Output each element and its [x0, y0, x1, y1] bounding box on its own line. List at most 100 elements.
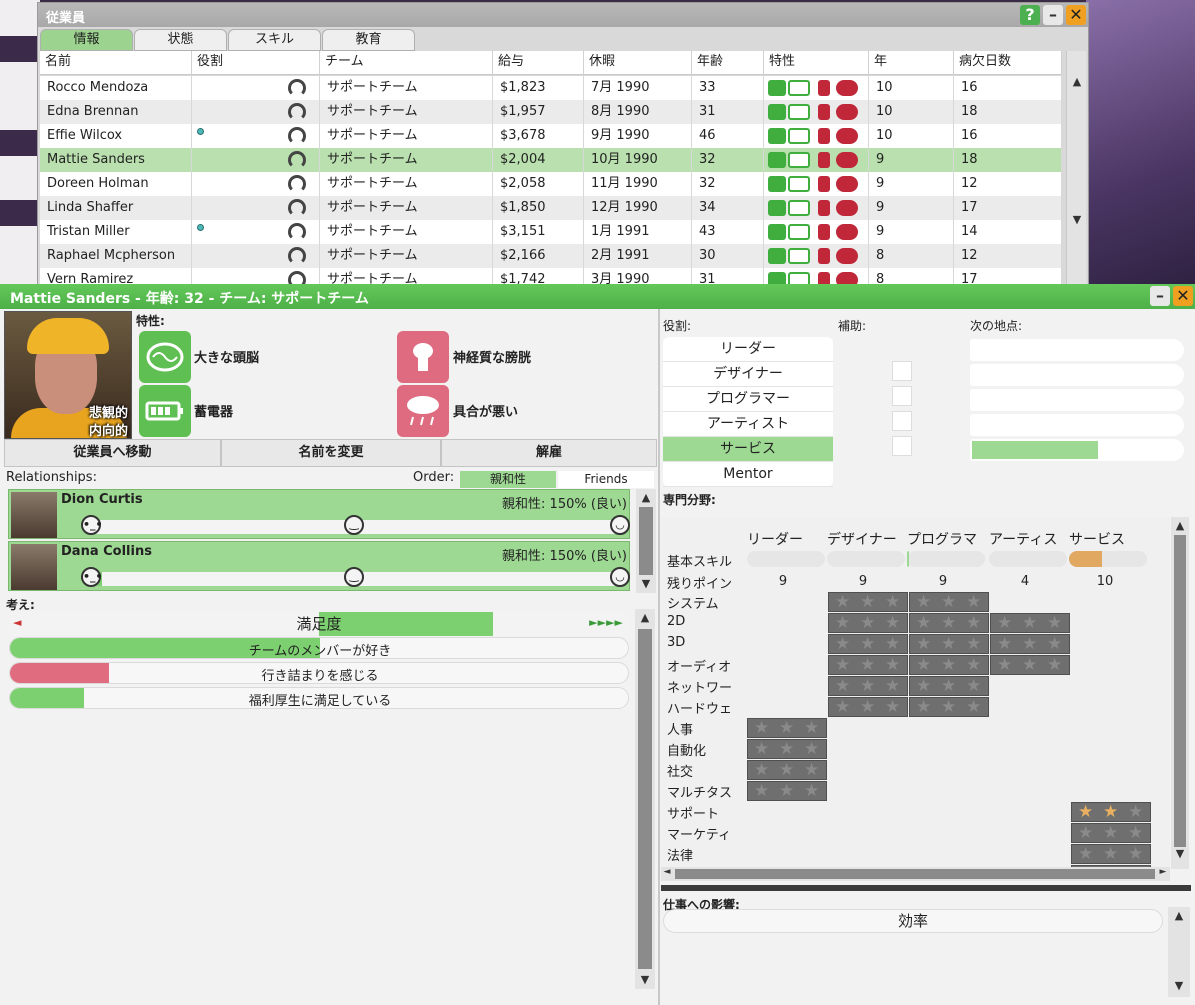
assist-checkbox[interactable]: [892, 411, 912, 431]
spec-horizontal-scrollbar[interactable]: ◄ ►: [661, 867, 1170, 881]
scroll-down-icon[interactable]: ▼: [1171, 847, 1189, 860]
table-row[interactable]: Linda Shaffer サポートチーム $1,850 12月 1990 34 9 17: [40, 196, 1062, 220]
employee-window-titlebar[interactable]: 従業員 ? – ✕: [38, 3, 1088, 27]
detail-minimize-button[interactable]: –: [1150, 286, 1170, 306]
order-affinity-tab[interactable]: 親和性: [460, 471, 556, 488]
skill-stars[interactable]: ★ ★ ★: [990, 613, 1070, 633]
tab-skills[interactable]: スキル: [228, 29, 321, 51]
skill-stars[interactable]: ★ ★ ★: [990, 634, 1070, 654]
spec-column-header: リーダー: [747, 532, 803, 548]
column-header[interactable]: 休暇: [584, 51, 692, 75]
relationship-row[interactable]: Dana Collins 親和性: 150% (良い) •_• ‿ ◡: [8, 541, 630, 591]
minimize-button[interactable]: –: [1043, 5, 1063, 25]
go-to-employee-button[interactable]: 従業員へ移動: [4, 439, 221, 467]
role-item[interactable]: サービス: [663, 437, 833, 462]
scroll-left-icon[interactable]: ◄: [661, 867, 673, 877]
skill-stars[interactable]: ★ ★ ★: [1071, 802, 1151, 822]
column-header[interactable]: 役割: [192, 51, 320, 75]
spec-column-header: サービス: [1069, 532, 1125, 548]
star-icon: ★: [916, 592, 932, 612]
fire-button[interactable]: 解雇: [441, 439, 657, 467]
relationship-row[interactable]: Dion Curtis 親和性: 150% (良い) •_• ‿ ◡: [8, 489, 630, 539]
panel-splitter[interactable]: [661, 885, 1191, 891]
order-friends-tab[interactable]: Friends: [558, 471, 654, 488]
scroll-up-icon[interactable]: ▲: [635, 611, 655, 624]
tab-info[interactable]: 情報: [40, 29, 133, 51]
work-impact-scrollbar[interactable]: ▲ ▼: [1168, 907, 1190, 997]
help-button[interactable]: ?: [1020, 5, 1040, 25]
role-item[interactable]: リーダー: [663, 337, 833, 362]
detail-titlebar[interactable]: Mattie Sanders - 年齢: 32 - チーム: サポートチーム –…: [0, 284, 1195, 309]
column-header[interactable]: 年齢: [692, 51, 764, 75]
column-header[interactable]: 特性: [764, 51, 869, 75]
trait-icon: [768, 176, 786, 192]
skill-stars[interactable]: ★ ★ ★: [828, 697, 908, 717]
skill-stars[interactable]: ★ ★ ★: [828, 676, 908, 696]
table-row[interactable]: Rocco Mendoza サポートチーム $1,823 7月 1990 33 10 16: [40, 76, 1062, 100]
table-row[interactable]: Doreen Holman サポートチーム $2,058 11月 1990 32 9 12: [40, 172, 1062, 196]
close-button[interactable]: ✕: [1066, 5, 1086, 25]
column-header[interactable]: 年: [869, 51, 954, 75]
role-item[interactable]: プログラマー: [663, 387, 833, 412]
spec-vertical-scrollbar[interactable]: ▲ ▼: [1171, 517, 1189, 869]
scroll-down-icon[interactable]: ▼: [1168, 979, 1190, 992]
next-point-bar: [970, 439, 1184, 461]
skill-stars[interactable]: ★ ★ ★: [747, 739, 827, 759]
table-scrollbar[interactable]: ▲ ▼: [1066, 51, 1086, 291]
assist-checkbox[interactable]: [892, 436, 912, 456]
star-icon: ★: [835, 697, 851, 717]
detail-close-button[interactable]: ✕: [1173, 286, 1193, 306]
role-item[interactable]: デザイナー: [663, 362, 833, 387]
skill-stars[interactable]: ★ ★ ★: [747, 760, 827, 780]
table-row[interactable]: Mattie Sanders サポートチーム $2,004 10月 1990 32 9 18: [40, 148, 1062, 172]
role-item[interactable]: アーティスト: [663, 412, 833, 437]
skill-stars[interactable]: ★ ★ ★: [909, 592, 989, 612]
remaining-points: 4: [1020, 574, 1030, 589]
relationships-scrollbar[interactable]: ▲ ▼: [636, 489, 656, 593]
skill-stars[interactable]: ★ ★ ★: [747, 718, 827, 738]
table-row[interactable]: Raphael Mcpherson サポートチーム $2,166 2月 1991 30 8…: [40, 244, 1062, 268]
scroll-up-icon[interactable]: ▲: [1171, 519, 1189, 532]
column-header[interactable]: 名前: [40, 51, 192, 75]
assist-checkbox[interactable]: [892, 386, 912, 406]
skill-stars[interactable]: ★ ★ ★: [747, 781, 827, 801]
scroll-down-icon[interactable]: ▼: [635, 973, 655, 986]
table-row[interactable]: Tristan Miller サポートチーム $3,151 1月 1991 43 9 14: [40, 220, 1062, 244]
skill-stars[interactable]: ★ ★ ★: [909, 613, 989, 633]
column-header[interactable]: 給与: [493, 51, 584, 75]
scroll-up-icon[interactable]: ▲: [1067, 75, 1087, 88]
thoughts-scrollbar[interactable]: ▲ ▼: [635, 609, 655, 989]
rename-button[interactable]: 名前を変更: [221, 439, 441, 467]
table-cell: [764, 148, 869, 172]
scroll-right-icon[interactable]: ►: [1157, 867, 1169, 877]
skill-stars[interactable]: ★ ★ ★: [1071, 823, 1151, 843]
table-row[interactable]: Edna Brennan サポートチーム $1,957 8月 1990 31 10 18: [40, 100, 1062, 124]
battery-icon: [788, 248, 810, 264]
scroll-down-icon[interactable]: ▼: [636, 577, 656, 590]
skill-stars[interactable]: ★ ★ ★: [828, 613, 908, 633]
column-header[interactable]: チーム: [320, 51, 493, 75]
skill-stars[interactable]: ★ ★ ★: [1071, 844, 1151, 864]
table-cell: [764, 220, 869, 244]
scroll-up-icon[interactable]: ▲: [636, 491, 656, 504]
skill-stars[interactable]: ★ ★ ★: [828, 592, 908, 612]
skill-stars[interactable]: ★ ★ ★: [828, 634, 908, 654]
skill-stars[interactable]: ★ ★ ★: [909, 634, 989, 654]
next-point-fill: [972, 441, 1098, 459]
scroll-down-icon[interactable]: ▼: [1067, 213, 1087, 226]
table-row[interactable]: Effie Wilcox サポートチーム $3,678 9月 1990 46 10 16: [40, 124, 1062, 148]
assist-checkbox[interactable]: [892, 361, 912, 381]
tab-status[interactable]: 状態: [134, 29, 227, 51]
skill-stars[interactable]: ★ ★ ★: [909, 655, 989, 675]
tab-education[interactable]: 教育: [322, 29, 415, 51]
column-header[interactable]: 病欠日数: [954, 51, 1062, 75]
table-cell: $1,957: [493, 100, 584, 124]
headset-icon: [288, 175, 306, 193]
base-skill-bar: [747, 551, 825, 567]
role-item[interactable]: Mentor: [663, 462, 833, 487]
skill-stars[interactable]: ★ ★ ★: [909, 697, 989, 717]
skill-stars[interactable]: ★ ★ ★: [909, 676, 989, 696]
skill-stars[interactable]: ★ ★ ★: [828, 655, 908, 675]
scroll-up-icon[interactable]: ▲: [1168, 909, 1190, 922]
skill-stars[interactable]: ★ ★ ★: [990, 655, 1070, 675]
